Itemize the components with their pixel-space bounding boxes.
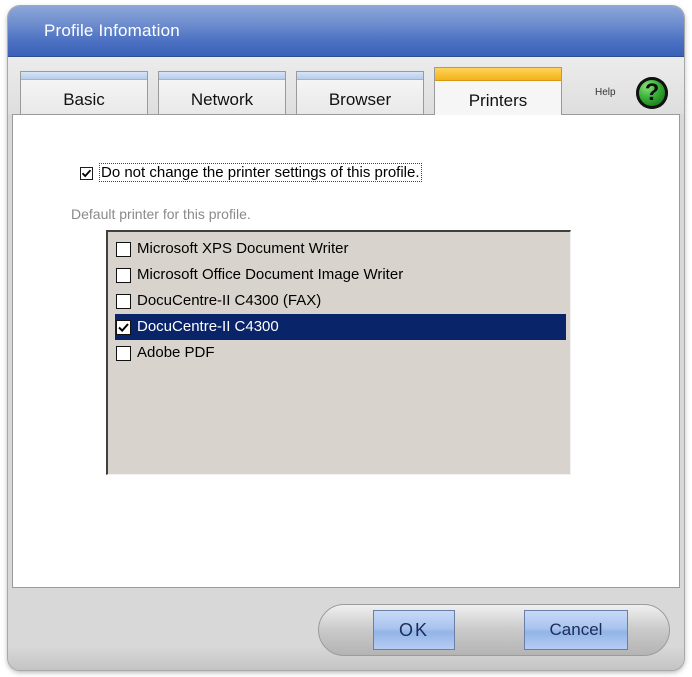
help-label[interactable]: Help: [595, 87, 616, 98]
printer-item-label: DocuCentre-II C4300 (FAX): [137, 292, 322, 309]
printer-checkbox[interactable]: [116, 242, 131, 257]
printer-item-label: DocuCentre-II C4300: [137, 318, 279, 335]
tab-browser[interactable]: Browser: [296, 71, 424, 114]
checkmark-icon: [81, 169, 92, 178]
printer-item-label: Microsoft Office Document Image Writer: [137, 266, 404, 283]
tab-stripe: [159, 72, 285, 80]
tab-strip: Basic Network Browser Printers Help ?: [8, 57, 684, 115]
ok-button[interactable]: OK: [373, 610, 455, 650]
printer-checkbox-checked[interactable]: [116, 320, 131, 335]
printer-item-label: Microsoft XPS Document Writer: [137, 240, 349, 257]
printer-item-docucentre[interactable]: DocuCentre-II C4300: [115, 314, 566, 340]
default-printer-label: Default printer for this profile.: [71, 206, 251, 222]
window-title: Profile Infomation: [44, 21, 180, 40]
do-not-change-label[interactable]: Do not change the printer settings of th…: [99, 163, 422, 182]
printer-checkbox[interactable]: [116, 268, 131, 283]
tab-stripe: [297, 72, 423, 80]
printer-item-docucentre-fax[interactable]: DocuCentre-II C4300 (FAX): [115, 288, 566, 314]
cancel-button[interactable]: Cancel: [524, 610, 628, 650]
title-bar[interactable]: Profile Infomation: [8, 6, 684, 57]
tab-label: Printers: [468, 91, 528, 110]
printer-checkbox[interactable]: [116, 346, 131, 361]
tab-printers[interactable]: Printers: [434, 67, 562, 115]
printer-item-microsoft-office-image-writer[interactable]: Microsoft Office Document Image Writer: [115, 262, 566, 288]
checkmark-icon: [118, 323, 129, 333]
printers-panel: Do not change the printer settings of th…: [12, 114, 680, 588]
tab-stripe-active: [435, 68, 561, 81]
help-question-icon[interactable]: ?: [636, 77, 668, 109]
tab-network[interactable]: Network: [158, 71, 286, 114]
tab-basic[interactable]: Basic: [20, 71, 148, 114]
do-not-change-checkbox[interactable]: [80, 167, 93, 180]
tab-label: Network: [190, 90, 254, 109]
printer-checkbox[interactable]: [116, 294, 131, 309]
tab-label: Browser: [328, 90, 392, 109]
profile-information-dialog: Profile Infomation Basic Network Browser…: [8, 6, 684, 670]
printer-item-microsoft-xps[interactable]: Microsoft XPS Document Writer: [115, 236, 566, 262]
printer-item-adobe-pdf[interactable]: Adobe PDF: [115, 340, 566, 366]
tab-label: Basic: [63, 90, 105, 109]
printer-item-label: Adobe PDF: [137, 344, 215, 361]
printer-list[interactable]: Microsoft XPS Document Writer Microsoft …: [106, 230, 571, 475]
tab-stripe: [21, 72, 147, 80]
